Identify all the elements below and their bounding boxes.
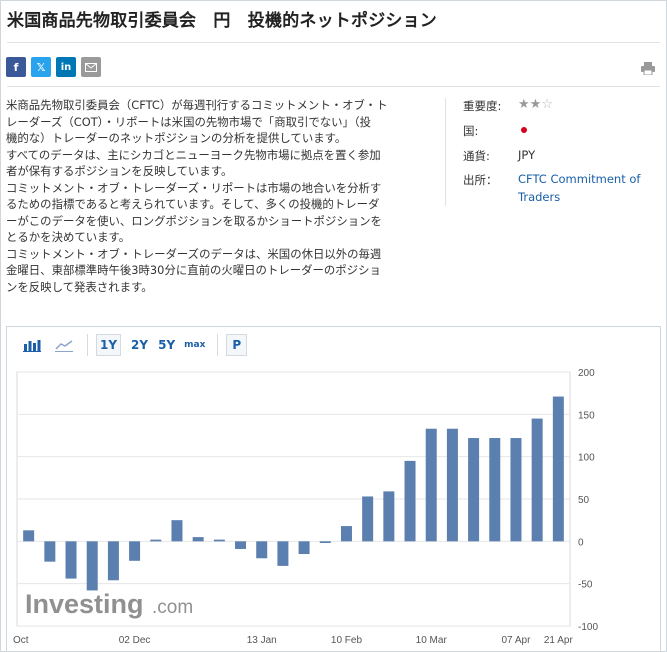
chart-bar xyxy=(425,428,437,542)
chart-bar xyxy=(107,541,119,581)
chart-bar xyxy=(65,541,77,579)
chart-bar xyxy=(298,541,310,555)
chart-bar xyxy=(531,418,543,542)
chart-bar xyxy=(235,541,247,549)
chart-bar xyxy=(86,541,98,591)
description-line: ーがこのデータを使い、ロングポジションを取るかショートポジションを xyxy=(6,213,382,228)
star-filled-icon: ★ xyxy=(518,97,530,112)
chart-bar xyxy=(319,541,331,544)
chart-bar xyxy=(340,526,352,542)
source-label: 出所： xyxy=(463,173,498,187)
linkedin-share-button[interactable]: in xyxy=(56,57,76,77)
investing-watermark: Investing xyxy=(25,589,144,619)
source-link-continued[interactable]: Traders xyxy=(518,190,560,204)
investing-watermark-suffix: .com xyxy=(152,597,193,618)
chart-bar xyxy=(192,537,204,542)
x-tick-label: 07 Apr xyxy=(502,635,532,646)
envelope-icon xyxy=(85,62,97,72)
chart-bar xyxy=(129,541,141,561)
description-line: 金曜日、東部標準時午後3時30分に直前の火曜日のトレーダーのポジショ xyxy=(6,263,381,277)
y-tick-label: 200 xyxy=(578,368,595,379)
chart-bar xyxy=(171,520,183,542)
chart-bar xyxy=(468,438,480,542)
x-tick-label: 02 Dec xyxy=(119,635,151,646)
chart-bar xyxy=(404,460,416,542)
x-tick-label: 21 Apr xyxy=(544,635,574,646)
print-button[interactable] xyxy=(641,60,655,76)
x-tick-label: 10 Mar xyxy=(416,635,448,646)
currency-label: 通貨: xyxy=(463,149,490,163)
star-filled-icon: ★ xyxy=(529,97,542,112)
chart-bar xyxy=(150,539,162,542)
bar-chart: -100 -50 0 50 100 150 200 Oct 02 Dec 13 Jan 10 Feb… xyxy=(13,368,598,646)
description-line: コミットメント・オブ・トレーダーズのデータは、米国の休日以外の毎週 xyxy=(6,246,382,261)
star-empty-icon: ☆ xyxy=(541,97,553,112)
country-label: 国: xyxy=(463,124,479,138)
chart-bar xyxy=(44,541,56,562)
y-tick-label: 100 xyxy=(578,453,595,464)
importance-stars: ★★☆ xyxy=(518,97,553,112)
chart-bar xyxy=(213,539,225,542)
chart-bar xyxy=(23,530,35,542)
email-share-button[interactable] xyxy=(81,57,101,77)
chart-bar xyxy=(277,541,289,566)
printer-icon xyxy=(641,62,655,76)
description-line: ンを反映して発表されます。 xyxy=(6,279,153,294)
y-tick-label: 0 xyxy=(578,537,584,548)
y-tick-label: 150 xyxy=(578,410,595,421)
description-line: るための指標であると考えられています。そして、多くの投機的トレーダ xyxy=(6,197,380,211)
description-line: 機的な）トレーダーのネットポジションの分析を提供しています。 xyxy=(6,131,347,145)
chart-bar xyxy=(552,396,564,542)
x-tick-label: 13 Jan xyxy=(247,635,277,646)
description-line: すべてのデータは、主にシカゴとニューヨーク先物市場に拠点を置く参加 xyxy=(6,147,381,162)
description-line: 米商品先物取引委員会（CFTC）が毎週刊行するコミットメント・オブ・ト xyxy=(6,98,388,112)
toolbar-divider xyxy=(7,86,660,87)
currency-value: JPY xyxy=(518,148,536,162)
y-tick-label: 50 xyxy=(578,495,590,506)
japan-flag-icon xyxy=(518,124,530,136)
description-line: とるかを決めています。 xyxy=(6,230,131,244)
indicator-description: 米商品先物取引委員会（CFTC）が毎週刊行するコミットメント・オブ・ト レーダー… xyxy=(6,97,416,295)
chart-bar xyxy=(446,428,458,542)
twitter-share-button[interactable]: 𝕏 xyxy=(31,57,51,77)
y-tick-label: -100 xyxy=(578,622,598,633)
description-line: コミットメント・オブ・トレーダーズ・リポートは市場の地合いを分析す xyxy=(6,180,382,195)
chart-bar xyxy=(256,541,268,559)
description-line: 者が保有するポジションを反映しています。 xyxy=(6,164,233,178)
x-tick-label: Oct xyxy=(13,635,29,646)
facebook-share-button[interactable]: f xyxy=(6,57,26,77)
chart-bar xyxy=(489,438,501,542)
x-tick-label: 10 Feb xyxy=(331,635,363,646)
page-title: 米国商品先物取引委員会 円 投機的ネットポジション xyxy=(7,11,437,31)
y-tick-label: -50 xyxy=(578,580,593,591)
chart-container: 1Y 2Y 5Y max P -100 -50 0 50 100 150 200 Oct 02 … xyxy=(6,326,661,652)
chart-bar xyxy=(510,438,522,542)
title-divider xyxy=(7,42,660,43)
description-line: レーダーズ（COT）・リポートは米国の先物市場で「商取引でない」（投 xyxy=(6,114,372,129)
chart-bar xyxy=(383,491,395,542)
source-link[interactable]: CFTC Commitment of xyxy=(518,172,640,186)
chart-bar xyxy=(362,496,374,542)
importance-label: 重要度: xyxy=(463,99,502,113)
info-separator xyxy=(445,98,446,206)
